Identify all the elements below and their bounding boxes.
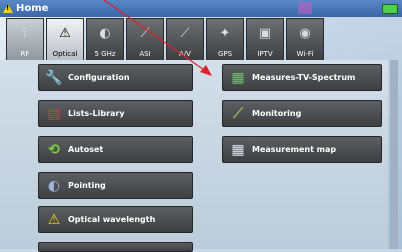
map-icon: ▦	[231, 141, 245, 158]
tab-optical[interactable]: ⚠ Optical	[46, 18, 84, 62]
tab-asi[interactable]: ⟋ ASI	[126, 18, 164, 62]
cable-icon: ⟋	[140, 26, 150, 41]
satellite-icon: ✦	[219, 26, 231, 41]
indicator-icon	[298, 2, 312, 14]
tab-5ghz[interactable]: ◐ 5 GHz	[86, 18, 124, 62]
more-button-partial[interactable]	[38, 242, 193, 252]
optical-wavelength-button[interactable]: ⚠ Optical wavelength	[38, 206, 193, 233]
measurement-map-button[interactable]: ▦ Measurement map	[222, 136, 382, 163]
warning-icon: ⚠	[59, 26, 71, 41]
title-bar: Home	[0, 0, 402, 17]
configuration-button[interactable]: 🔧 Configuration	[38, 64, 193, 91]
battery-icon	[382, 4, 398, 14]
tools-icon: 🔧	[45, 69, 63, 86]
warning-icon: ⚠	[47, 211, 61, 228]
probe-icon: ⟋	[180, 26, 190, 41]
lists-library-button[interactable]: ▤ Lists-Library	[38, 100, 193, 127]
dish-icon: ◐	[99, 26, 111, 41]
scrollbar[interactable]	[390, 60, 398, 249]
pointing-button[interactable]: ◐ Pointing	[38, 172, 193, 199]
monitoring-icon: ⟋	[233, 105, 243, 122]
tab-rf[interactable]: ⟟ RF	[6, 18, 44, 62]
autoset-icon: ⟲	[48, 141, 60, 158]
warning-icon	[3, 4, 13, 13]
tab-gps[interactable]: ✦ GPS	[206, 18, 244, 62]
menu-panel: 🔧 Configuration ▤ Lists-Library ⟲ Autose…	[0, 60, 388, 252]
monitoring-button[interactable]: ⟋ Monitoring	[222, 100, 382, 127]
tab-iptv[interactable]: ▣ IPTV	[246, 18, 284, 62]
window-title: Home	[16, 3, 49, 14]
spectrum-icon: ▦	[231, 69, 245, 86]
measures-tv-spectrum-button[interactable]: ▦ Measures-TV-Spectrum	[222, 64, 382, 91]
antenna-icon: ⟟	[22, 26, 28, 41]
library-icon: ▤	[47, 105, 61, 122]
tab-wifi[interactable]: ◉ Wi-Fi	[286, 18, 324, 62]
autoset-button[interactable]: ⟲ Autoset	[38, 136, 193, 163]
tab-bar: ⟟ RF ⚠ Optical ◐ 5 GHz ⟋ ASI ⟋ A/V ✦ GPS…	[6, 18, 372, 62]
wifi-icon: ◉	[299, 26, 311, 41]
tab-av[interactable]: ⟋ A/V	[166, 18, 204, 62]
dish-icon: ◐	[47, 177, 61, 194]
monitor-icon: ▣	[258, 26, 272, 41]
